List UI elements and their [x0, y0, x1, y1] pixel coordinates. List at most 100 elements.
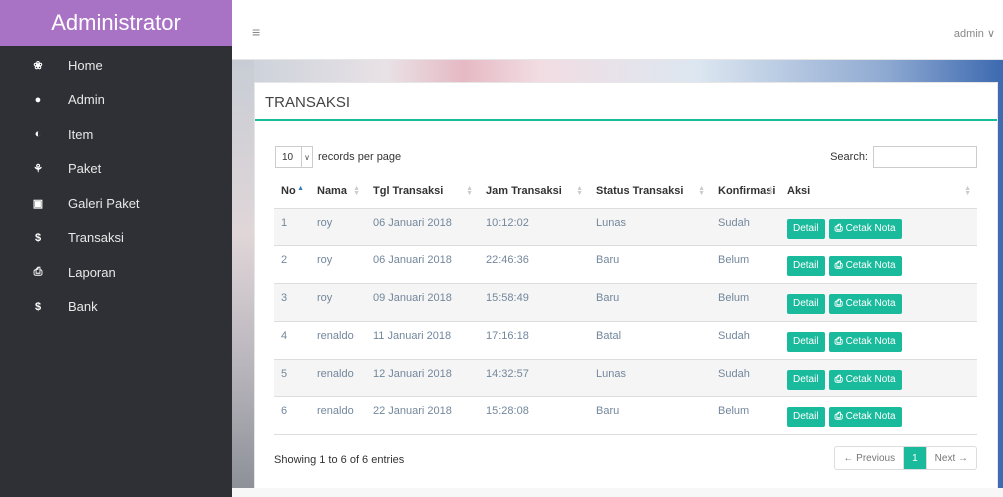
table-row: 6 renaldo 22 Januari 2018 15:28:08 Baru …	[274, 396, 977, 436]
cell-konfirmasi: Sudah	[711, 207, 780, 246]
top-navbar: ≡ admin ∨	[232, 0, 1003, 60]
print-icon: ⎙	[834, 411, 843, 423]
cell-aksi: Detail ⎙ Cetak Nota	[780, 207, 977, 246]
sidebar-item-item[interactable]: ◐ Item	[0, 117, 232, 152]
sidebar-item-label: Transaksi	[68, 230, 124, 246]
sidebar-item-transaksi[interactable]: $ Transaksi	[0, 221, 232, 256]
cell-tgl: 06 Januari 2018	[366, 207, 479, 246]
page-title: TRANSAKSI	[265, 94, 351, 111]
sidebar-item-label: Paket	[68, 161, 102, 177]
column-header-nama[interactable]: Nama ▲ ▼	[310, 174, 366, 209]
cell-status: Lunas	[589, 358, 711, 397]
column-header-jam-transaksi[interactable]: Jam Transaksi ▲ ▼	[479, 174, 589, 209]
column-header-aksi[interactable]: Aksi ▲ ▼	[780, 174, 977, 209]
cell-status: Batal	[589, 320, 711, 360]
cell-nama: renaldo	[310, 358, 366, 397]
sidebar-item-admin[interactable]: ● Admin	[0, 83, 232, 118]
search-input[interactable]	[873, 146, 977, 168]
sort-icon: ▲ ▼	[964, 185, 971, 197]
table-row: 5 renaldo 12 Januari 2018 14:32:57 Lunas…	[274, 358, 977, 397]
detail-button[interactable]: Detail	[787, 369, 825, 390]
sidebar: Administrator ❀ Home ● Admin ◐ Item ⚘ Paket …	[0, 0, 232, 497]
table-row: 2 roy 06 Januari 2018 22:46:36 Baru Belu…	[274, 245, 977, 284]
user-menu[interactable]: admin ∨	[954, 27, 995, 40]
cell-no: 5	[274, 358, 310, 397]
print-icon: ⎙	[834, 298, 843, 310]
sidebar-item-label: Bank	[68, 299, 98, 315]
sidebar-item-label: Galeri Paket	[68, 195, 140, 211]
table-controls: 10 ∨ records per page Search:	[275, 146, 977, 168]
table-info: Showing 1 to 6 of 6 entries	[274, 454, 405, 466]
sort-asc-icon: ▲	[297, 185, 304, 192]
table-row: 4 renaldo 11 Januari 2018 17:16:18 Batal…	[274, 320, 977, 360]
cell-konfirmasi: Sudah	[711, 320, 780, 360]
cetak-nota-button[interactable]: ⎙ Cetak Nota	[828, 256, 902, 277]
home-icon: ❀	[33, 59, 43, 72]
cell-jam: 22:46:36	[479, 245, 589, 284]
cell-konfirmasi: Belum	[711, 245, 780, 284]
cell-status: Baru	[589, 245, 711, 284]
cell-konfirmasi: Belum	[711, 396, 780, 436]
sidebar-item-paket[interactable]: ⚘ Paket	[0, 152, 232, 187]
detail-button[interactable]: Detail	[787, 331, 825, 352]
cell-tgl: 11 Januari 2018	[366, 320, 479, 360]
records-per-page-label: records per page	[318, 151, 402, 163]
sidebar-item-label: Home	[68, 57, 103, 73]
sidebar-item-label: Laporan	[68, 264, 116, 280]
cell-nama: renaldo	[310, 396, 366, 436]
sort-icon: ▲ ▼	[353, 185, 360, 197]
cell-nama: roy	[310, 245, 366, 284]
cell-jam: 14:32:57	[479, 358, 589, 397]
cell-aksi: Detail ⎙ Cetak Nota	[780, 396, 977, 436]
column-header-tgl-transaksi[interactable]: Tgl Transaksi ▲ ▼	[366, 174, 479, 209]
cetak-nota-button[interactable]: ⎙ Cetak Nota	[828, 331, 902, 352]
detail-button[interactable]: Detail	[787, 256, 825, 277]
background-image-edge	[232, 60, 254, 497]
sidebar-nav: ❀ Home ● Admin ◐ Item ⚘ Paket ▣ Galeri Paket …	[0, 48, 232, 324]
cell-nama: roy	[310, 283, 366, 322]
menu-toggle-icon[interactable]: ≡	[252, 24, 260, 40]
cetak-nota-button[interactable]: ⎙ Cetak Nota	[828, 218, 902, 239]
sort-icon: ▲ ▼	[466, 185, 473, 197]
item-icon: ◐	[34, 128, 42, 141]
image-icon: ▣	[32, 197, 44, 210]
table-row: 3 roy 09 Januari 2018 15:58:49 Baru Belu…	[274, 283, 977, 322]
column-header-konfirmasi[interactable]: Konfirmasi ▲ ▼	[711, 174, 780, 209]
panel-title: TRANSAKSI	[255, 83, 997, 121]
detail-button[interactable]: Detail	[787, 218, 825, 239]
records-per-page-value: 10	[275, 146, 301, 168]
cell-konfirmasi: Sudah	[711, 358, 780, 397]
cell-jam: 15:28:08	[479, 396, 589, 436]
page-1-button[interactable]: 1	[903, 447, 926, 469]
footer	[232, 488, 1003, 497]
column-header-status-transaksi[interactable]: Status Transaksi ▲ ▼	[589, 174, 711, 209]
sidebar-item-home[interactable]: ❀ Home	[0, 48, 232, 83]
print-icon: ⎙	[33, 265, 43, 278]
column-header-no[interactable]: No ▲	[274, 174, 310, 209]
detail-button[interactable]: Detail	[787, 294, 825, 315]
print-icon: ⎙	[834, 335, 843, 347]
sidebar-item-galeri-paket[interactable]: ▣ Galeri Paket	[0, 186, 232, 221]
table-row: 1 roy 06 Januari 2018 10:12:02 Lunas Sud…	[274, 207, 977, 246]
sort-icon: ▲ ▼	[767, 185, 774, 197]
cell-aksi: Detail ⎙ Cetak Nota	[780, 283, 977, 322]
package-icon: ⚘	[33, 163, 43, 176]
brand-title[interactable]: Administrator	[0, 0, 232, 46]
cetak-nota-button[interactable]: ⎙ Cetak Nota	[828, 294, 902, 315]
print-icon: ⎙	[834, 373, 843, 385]
cell-status: Baru	[589, 283, 711, 322]
cell-status: Baru	[589, 396, 711, 436]
previous-page-button[interactable]: ← Previous	[835, 447, 903, 469]
dollar-icon: $	[34, 231, 42, 244]
sidebar-item-label: Admin	[68, 92, 105, 108]
records-per-page-select[interactable]: 10 ∨	[275, 146, 313, 168]
cetak-nota-button[interactable]: ⎙ Cetak Nota	[828, 369, 902, 390]
cell-no: 6	[274, 396, 310, 436]
cell-aksi: Detail ⎙ Cetak Nota	[780, 358, 977, 397]
sidebar-item-bank[interactable]: $ Bank	[0, 290, 232, 325]
cell-no: 3	[274, 283, 310, 322]
sidebar-item-laporan[interactable]: ⎙ Laporan	[0, 255, 232, 290]
detail-button[interactable]: Detail	[787, 407, 825, 428]
next-page-button[interactable]: Next →	[925, 447, 976, 469]
cetak-nota-button[interactable]: ⎙ Cetak Nota	[828, 407, 902, 428]
